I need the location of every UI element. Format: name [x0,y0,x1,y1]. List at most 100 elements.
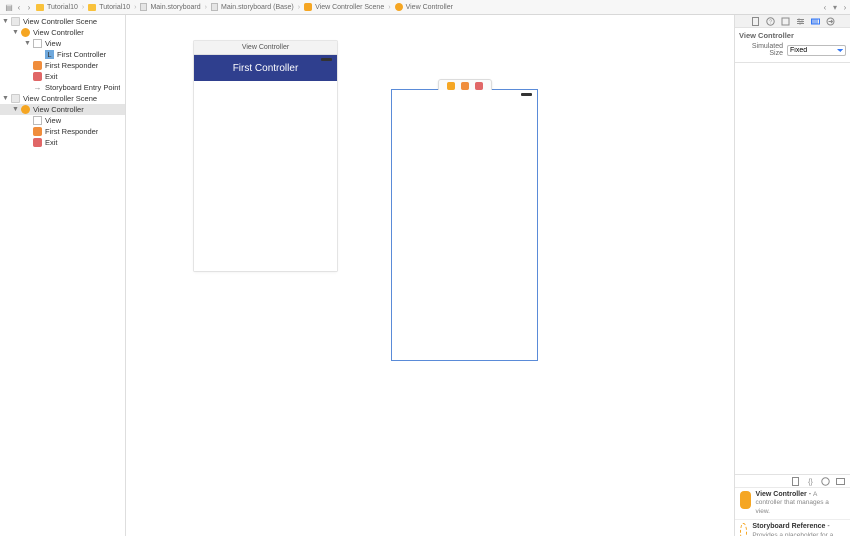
disclosure-triangle-icon[interactable]: ▼ [2,18,8,25]
file-inspector-tab-icon[interactable] [751,17,760,26]
size-inspector-tab-icon[interactable] [811,17,820,26]
nav-back-icon[interactable]: ‹ [14,2,24,12]
breadcrumb-label: Main.storyboard (Base) [221,4,294,11]
disclosure-triangle-icon[interactable]: ▼ [24,40,30,47]
breadcrumb-label: View Controller [406,4,453,11]
code-snippet-library-icon[interactable]: {} [806,477,815,486]
disclosure-triangle-icon[interactable]: ▼ [2,95,8,102]
inspector-empty-area [735,63,850,474]
file-icon [211,3,218,11]
exit-icon [33,72,42,81]
outline-label: Storyboard Entry Point [45,83,120,92]
status-bar-indicator [521,93,532,96]
library-item-storyboard-reference[interactable]: Storyboard Reference - Provides a placeh… [735,520,850,536]
inspector-tabs: ? [735,15,850,28]
outline-label: First Responder [45,61,98,70]
quick-help-tab-icon[interactable]: ? [766,17,775,26]
view-icon [33,39,42,48]
outline-label: First Responder [45,127,98,136]
outline-label-item[interactable]: L First Controller [0,49,125,60]
outline-first-responder[interactable]: First Responder [0,126,125,137]
nav-forward-icon[interactable]: › [24,2,34,12]
outline-entry-point[interactable]: Storyboard Entry Point [0,82,125,93]
library-list[interactable]: View Controller - A controller that mana… [735,488,850,536]
canvas-root-view[interactable] [392,90,537,360]
view-icon [33,116,42,125]
outline-label: View Controller Scene [23,94,97,103]
storyboard-canvas[interactable]: View Controller First Controller [126,15,734,536]
outline-first-responder[interactable]: First Responder [0,60,125,71]
outline-label: View [45,39,61,48]
show-assistant-back-icon[interactable]: ‹ [820,2,830,12]
canvas-label-first-controller[interactable]: First Controller [194,55,337,81]
inspector-section-title: View Controller [739,31,846,40]
outline-scene-header[interactable]: ▼ View Controller Scene [0,16,125,27]
outline-label: View Controller Scene [23,17,97,26]
jump-bar: ▤ ‹ › Tutorial10 Tutorial10 Main.storybo… [0,0,850,15]
storyboard-entry-icon [33,83,42,92]
svg-text:{}: {} [808,479,813,486]
vc-icon [395,3,403,11]
related-items-icon[interactable]: ▤ [4,2,14,12]
dock-vc-icon[interactable] [447,82,455,90]
object-library: {} View Controller - A controller that m… [735,474,850,536]
outline-view[interactable]: ▼ View [0,38,125,49]
dock-exit-icon[interactable] [475,82,483,90]
first-responder-icon [33,127,42,136]
canvas-view-controller-scene-1[interactable]: View Controller First Controller [194,41,337,271]
scene-title-bar[interactable]: View Controller [194,41,337,55]
simulated-size-select[interactable]: Fixed [787,45,846,56]
breadcrumb-seg-3[interactable]: Main.storyboard (Base) [209,3,296,11]
library-item-thumb-icon [740,491,751,509]
vc-icon [21,105,30,114]
breadcrumb-label: Main.storyboard [150,4,200,11]
show-assistant-forward-icon[interactable]: › [840,2,850,12]
library-item-view-controller[interactable]: View Controller - A controller that mana… [735,488,850,520]
show-assistant-menu-icon[interactable]: ▾ [830,2,840,12]
disclosure-triangle-icon[interactable]: ▼ [12,106,18,113]
size-inspector-body: View Controller Simulated Size Fixed [735,28,850,63]
breadcrumb-seg-1[interactable]: Tutorial10 [86,4,132,11]
breadcrumb-label: Tutorial10 [99,4,130,11]
connections-inspector-tab-icon[interactable] [826,17,835,26]
document-outline[interactable]: ▼ View Controller Scene ▼ View Controlle… [0,15,126,536]
outline-label: Exit [45,138,58,147]
outline-label: First Controller [57,50,106,59]
dock-first-responder-icon[interactable] [461,82,469,90]
breadcrumb-label: Tutorial10 [47,4,78,11]
outline-exit[interactable]: Exit [0,137,125,148]
scene-icon [304,3,312,11]
breadcrumb-label: View Controller Scene [315,4,384,11]
outline-view-controller[interactable]: ▼ View Controller [0,104,125,115]
breadcrumb-seg-4[interactable]: View Controller Scene [302,3,386,11]
outline-label: View Controller [33,105,84,114]
folder-icon [88,4,96,11]
vc-icon [21,28,30,37]
label-icon: L [45,50,54,59]
library-item-thumb-icon [740,523,747,536]
breadcrumb-seg-5[interactable]: View Controller [393,3,455,11]
outline-label: View [45,116,61,125]
library-item-name: Storyboard Reference [752,523,825,530]
file-template-library-icon[interactable] [791,477,800,486]
breadcrumb-seg-2[interactable]: Main.storyboard [138,3,202,11]
attributes-inspector-tab-icon[interactable] [796,17,805,26]
exit-icon [33,138,42,147]
outline-view[interactable]: View [0,115,125,126]
outline-view-controller[interactable]: ▼ View Controller [0,27,125,38]
canvas-view-controller-scene-2[interactable] [392,90,537,360]
folder-icon [36,4,44,11]
identity-inspector-tab-icon[interactable] [781,17,790,26]
library-item-desc: Provides a placeholder for a view contro… [752,532,834,536]
scene-icon [11,17,20,26]
outline-exit[interactable]: Exit [0,71,125,82]
disclosure-triangle-icon[interactable]: ▼ [12,29,18,36]
object-library-icon[interactable] [821,477,830,486]
outline-label: View Controller [33,28,84,37]
media-library-icon[interactable] [836,477,845,486]
library-item-text: View Controller - A controller that mana… [756,491,845,516]
canvas-root-view[interactable]: First Controller [194,55,337,271]
file-icon [140,3,147,11]
breadcrumb-seg-0[interactable]: Tutorial10 [34,4,80,11]
outline-scene-header[interactable]: ▼ View Controller Scene [0,93,125,104]
